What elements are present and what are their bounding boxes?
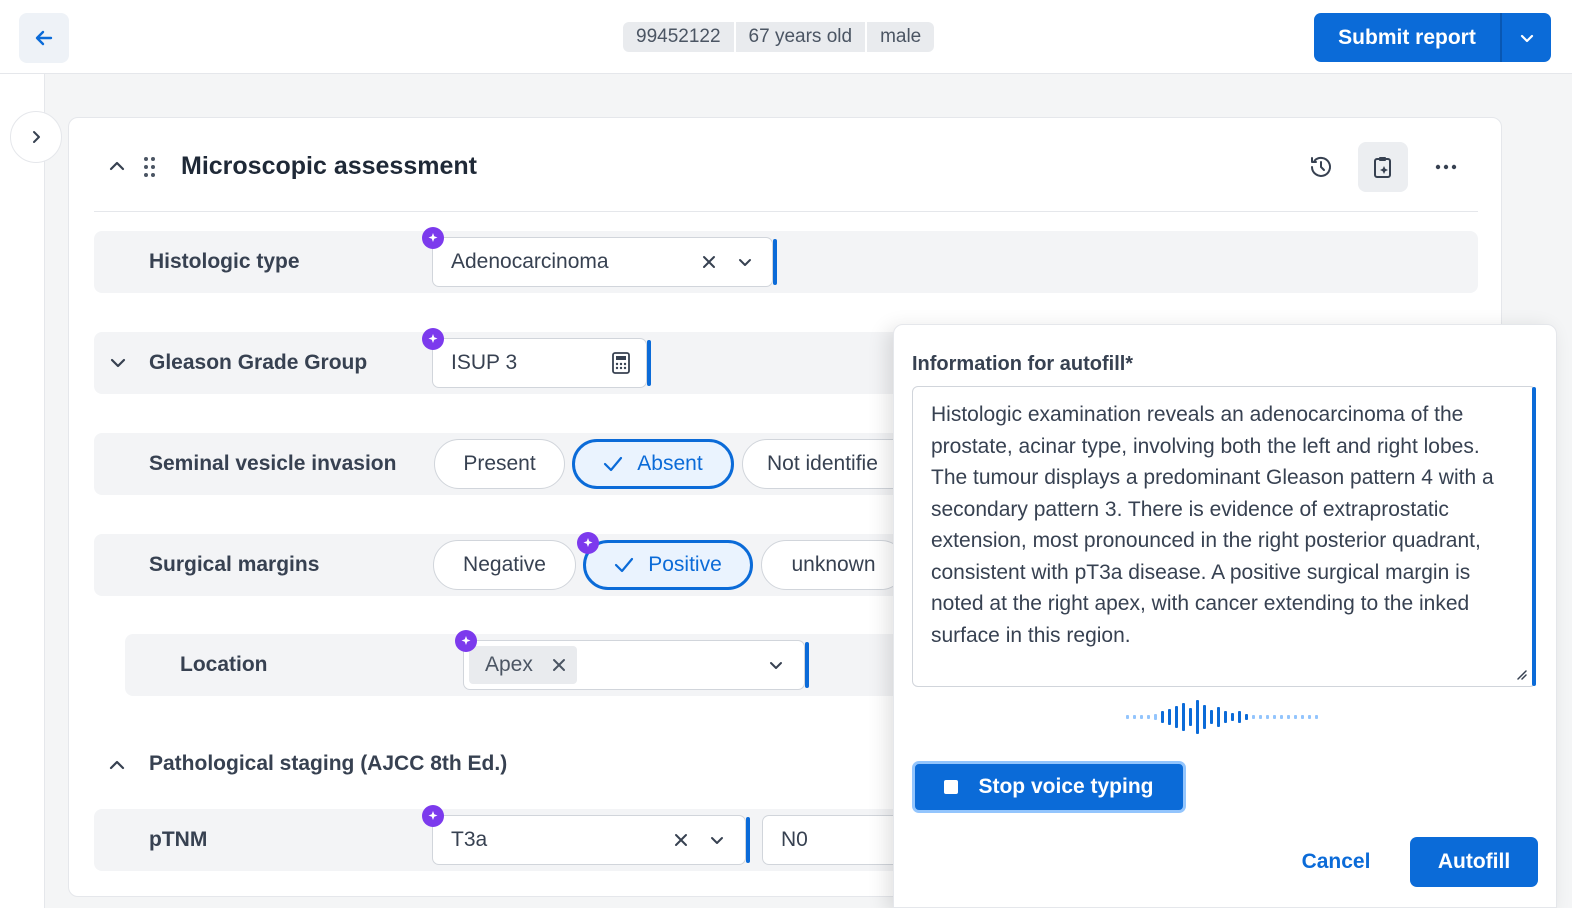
gleason-grade-label: Gleason Grade Group [149,351,368,374]
resize-handle-icon[interactable] [1515,668,1527,680]
option-present[interactable]: Present [434,439,565,489]
chevron-down-icon [1520,34,1533,42]
arrow-left-icon [35,30,53,46]
chevron-down-icon[interactable] [109,354,127,372]
ai-sparkle-icon [577,532,599,554]
submit-report-group: Submit report [1314,13,1551,62]
check-icon [604,456,623,472]
histologic-type-value: Adenocarcinoma [451,250,609,273]
chevron-down-icon[interactable] [768,657,784,673]
option-unknown[interactable]: unknown [761,540,906,590]
field-accent-bar [647,340,651,386]
field-accent-bar [773,239,777,285]
location-tag-label: Apex [485,653,533,676]
option-positive-label: Positive [648,553,722,576]
drag-handle-icon[interactable] [143,156,157,178]
ai-sparkle-icon [422,328,444,350]
patient-age-chip: 67 years old [735,22,866,52]
autofill-tool-button[interactable] [1358,142,1408,192]
submit-report-button[interactable]: Submit report [1314,13,1500,62]
option-absent-label: Absent [637,452,703,475]
patient-info: 99452122 67 years old male [623,22,935,52]
ptnm-label: pTNM [149,828,208,851]
option-absent[interactable]: Absent [572,439,734,489]
surgical-margins-label: Surgical margins [149,553,320,576]
pt-select[interactable]: T3a [432,815,750,865]
histologic-type-label: Histologic type [149,250,300,273]
history-icon [1311,156,1331,177]
autofill-info-textarea[interactable]: Histologic examination reveals an adenoc… [912,386,1536,687]
location-label: Location [180,653,268,676]
chevron-up-icon[interactable] [107,156,127,176]
card-header: Microscopic assessment [69,118,1501,212]
left-rail [0,74,45,908]
option-positive[interactable]: Positive [583,540,753,590]
clipboard-magic-icon [1374,157,1391,178]
autofill-info-text: Histologic examination reveals an adenoc… [931,403,1494,647]
location-tag: Apex [469,646,577,684]
chevron-down-icon[interactable] [737,254,753,270]
option-negative[interactable]: Negative [433,540,576,590]
patient-sex-chip: male [867,22,935,52]
chevron-down-icon[interactable] [709,832,725,848]
check-icon [615,557,634,573]
remove-tag-icon[interactable] [551,657,567,673]
chevron-up-icon[interactable] [108,756,126,774]
histologic-type-select[interactable]: Adenocarcinoma [432,237,777,287]
more-horizontal-icon [1435,164,1457,170]
clear-icon[interactable] [673,832,689,848]
cancel-button[interactable]: Cancel [1286,837,1386,887]
history-button[interactable] [1296,142,1346,192]
gleason-grade-value: ISUP 3 [451,351,518,374]
stop-voice-typing-label: Stop voice typing [978,775,1154,798]
autofill-info-label: Information for autofill* [912,353,1134,375]
ai-sparkle-icon [422,805,444,827]
section-title: Microscopic assessment [181,152,477,180]
autofill-popover: Information for autofill* Histologic exa… [893,324,1557,908]
seminal-vesicle-label: Seminal vesicle invasion [149,452,397,475]
pt-value: T3a [451,828,488,851]
field-accent-bar [746,817,750,863]
calculator-icon[interactable] [611,352,631,374]
voice-waveform-icon [1126,700,1318,734]
ai-sparkle-icon [455,630,477,652]
stop-voice-typing-button[interactable]: Stop voice typing [912,761,1186,813]
more-options-button[interactable] [1421,142,1471,192]
ai-sparkle-icon [422,227,444,249]
top-bar: 99452122 67 years old male Submit report [0,0,1572,74]
chevron-right-icon [33,131,40,143]
stop-icon [944,780,959,794]
autofill-button[interactable]: Autofill [1410,837,1538,887]
field-accent-bar [1532,387,1536,686]
field-accent-bar [805,642,809,688]
header-divider [94,211,1478,212]
back-button[interactable] [19,13,69,63]
location-select[interactable]: Apex [463,640,809,690]
staging-title: Pathological staging (AJCC 8th Ed.) [149,752,508,775]
expand-sidebar-button[interactable] [10,111,62,163]
submit-options-button[interactable] [1500,13,1551,62]
histologic-type-row: Histologic type Adenocarcinoma [94,227,1478,293]
clear-icon[interactable] [701,254,717,270]
patient-id-chip: 99452122 [623,22,734,52]
gleason-grade-input[interactable]: ISUP 3 [432,338,651,388]
pn-value: N0 [781,828,808,851]
